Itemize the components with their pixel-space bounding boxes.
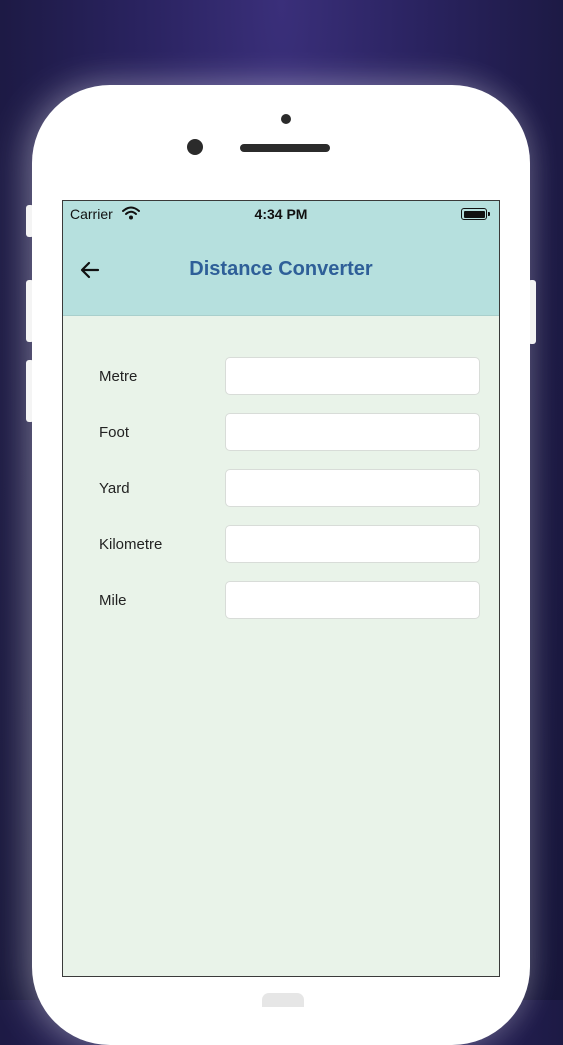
yard-label: Yard (99, 480, 130, 497)
proximity-sensor (281, 114, 291, 124)
foot-row: Foot (63, 413, 499, 453)
kilometre-row: Kilometre (63, 525, 499, 565)
foot-label: Foot (99, 424, 130, 441)
phone-screen: Carrier 4:34 PM Distance Converter Metre (62, 200, 500, 977)
home-button[interactable] (262, 993, 304, 1007)
mile-label: Mile (99, 592, 127, 609)
status-time: 4:34 PM (254, 206, 308, 222)
metre-label: Metre (99, 368, 138, 385)
kilometre-label: Kilometre (99, 536, 163, 553)
kilometre-input[interactable] (225, 525, 480, 563)
front-camera (187, 139, 203, 155)
page-title: Distance Converter (189, 258, 373, 280)
battery-icon (461, 208, 490, 220)
foot-input[interactable] (225, 413, 480, 451)
metre-input[interactable] (225, 357, 480, 395)
metre-row: Metre (63, 357, 499, 397)
yard-input[interactable] (225, 469, 480, 507)
mile-row: Mile (63, 581, 499, 621)
status-bar: Carrier 4:34 PM (63, 201, 499, 227)
mile-input[interactable] (225, 581, 480, 619)
yard-row: Yard (63, 469, 499, 509)
app-bar: Carrier 4:34 PM Distance Converter (63, 201, 499, 316)
earpiece-speaker (240, 144, 330, 152)
